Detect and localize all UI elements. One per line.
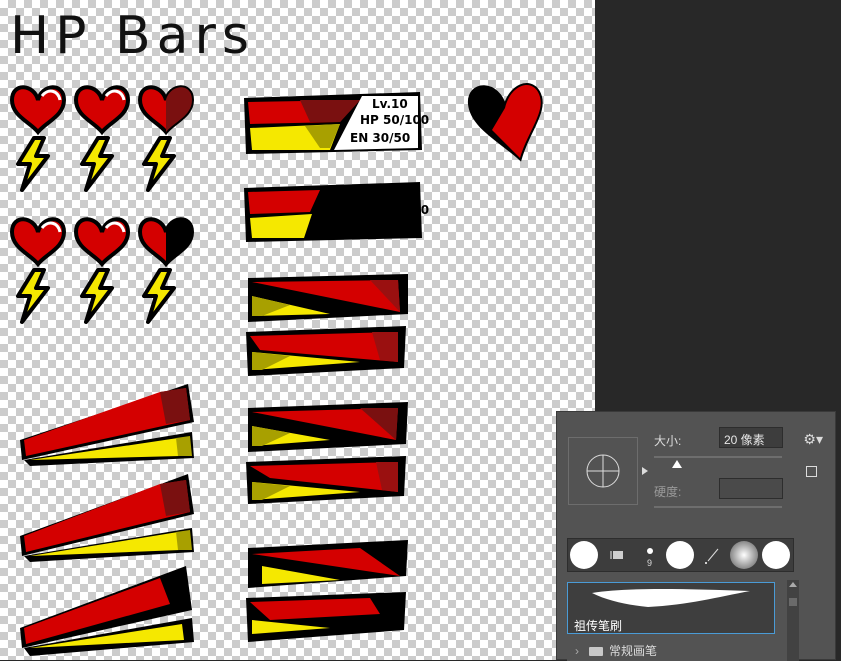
brush-tip[interactable] (570, 541, 598, 569)
brush-tip[interactable] (604, 541, 632, 569)
size-slider[interactable] (654, 456, 782, 458)
brush-tip[interactable] (666, 541, 694, 569)
brush-list-item[interactable]: 祖传笔刷 (567, 582, 775, 634)
brush-list: 祖传笔刷 › 常规画笔 (567, 580, 799, 661)
slanted-bar-1 (20, 384, 194, 466)
artwork: Lv.10 HP 50/100 EN 30/50 Lv.10 HP 50/100… (10, 83, 543, 656)
scroll-thumb[interactable] (789, 598, 797, 606)
bolt-icon (16, 268, 50, 324)
recent-brush-tips: 9 (567, 538, 794, 572)
new-preset-icon[interactable] (806, 466, 817, 477)
heart-full-icon (74, 85, 130, 134)
brush-name: 祖传笔刷 (574, 619, 623, 633)
size-slider-thumb[interactable] (672, 460, 682, 468)
hardness-input[interactable] (719, 478, 783, 499)
bolt-icon (80, 268, 114, 324)
bolt-icon (142, 268, 176, 324)
heart-full-icon (10, 85, 66, 134)
energy-bar-1 (248, 274, 408, 322)
size-input[interactable]: 20 像素 (719, 427, 783, 448)
energy-bar-2 (246, 326, 406, 376)
brush-preview[interactable] (568, 437, 648, 505)
en-text: EN 30/50 (350, 131, 410, 145)
slanted-bar-2 (20, 474, 194, 562)
hp-text: HP 50/100 (360, 113, 429, 127)
hardness-slider[interactable] (654, 506, 782, 508)
brush-list-scrollbar[interactable] (787, 580, 799, 661)
chevron-right-icon: › (575, 644, 579, 658)
folder-icon (589, 647, 603, 657)
energy-bar-4 (246, 456, 406, 504)
document-canvas[interactable]: HP Bars Lv.10 HP 50/100 EN 30/50 Lv.10 H… (0, 0, 595, 660)
energy-bar-5 (248, 540, 408, 588)
bolt-icon (142, 136, 176, 192)
level-text: Lv.10 (372, 187, 408, 201)
heart-dark-icon (138, 217, 194, 266)
brush-tip[interactable] (698, 541, 726, 569)
brush-group-name: 常规画笔 (609, 644, 658, 658)
brush-tip[interactable]: 9 (636, 541, 664, 569)
size-label: 大小: (654, 434, 682, 448)
hardness-label: 硬度: (654, 485, 682, 499)
slanted-bar-3 (20, 566, 194, 656)
brush-preset-panel: 大小: 20 像素 硬度: ⚙▾ 9 祖传笔刷 › 常规画笔 (556, 411, 836, 661)
level-text: Lv.10 (372, 97, 408, 111)
brush-tip-pen-icon (705, 548, 719, 564)
bolt-icon (16, 136, 50, 192)
energy-bar-3 (248, 402, 408, 452)
brush-tip-texture-icon (610, 551, 623, 559)
heart-full-icon (10, 217, 66, 266)
tip-count: 9 (647, 558, 653, 568)
en-text: EN 30/50 (350, 221, 410, 235)
brush-stroke-preview (592, 589, 750, 607)
preview-arrow-icon (642, 467, 648, 475)
brush-crosshair-icon (586, 454, 620, 488)
scroll-up-icon[interactable] (789, 582, 797, 587)
gear-icon[interactable]: ⚙▾ (803, 431, 823, 448)
heart-full-icon (74, 217, 130, 266)
bolt-icon (80, 136, 114, 192)
hp-text: HP 50/100 (360, 203, 429, 217)
energy-bar-6 (246, 592, 406, 642)
heart-large-icon (467, 83, 543, 162)
brush-tip[interactable] (762, 541, 790, 569)
brush-tip[interactable] (730, 541, 758, 569)
heart-half-icon (138, 85, 194, 134)
brush-group[interactable]: › 常规画笔 (575, 642, 657, 659)
